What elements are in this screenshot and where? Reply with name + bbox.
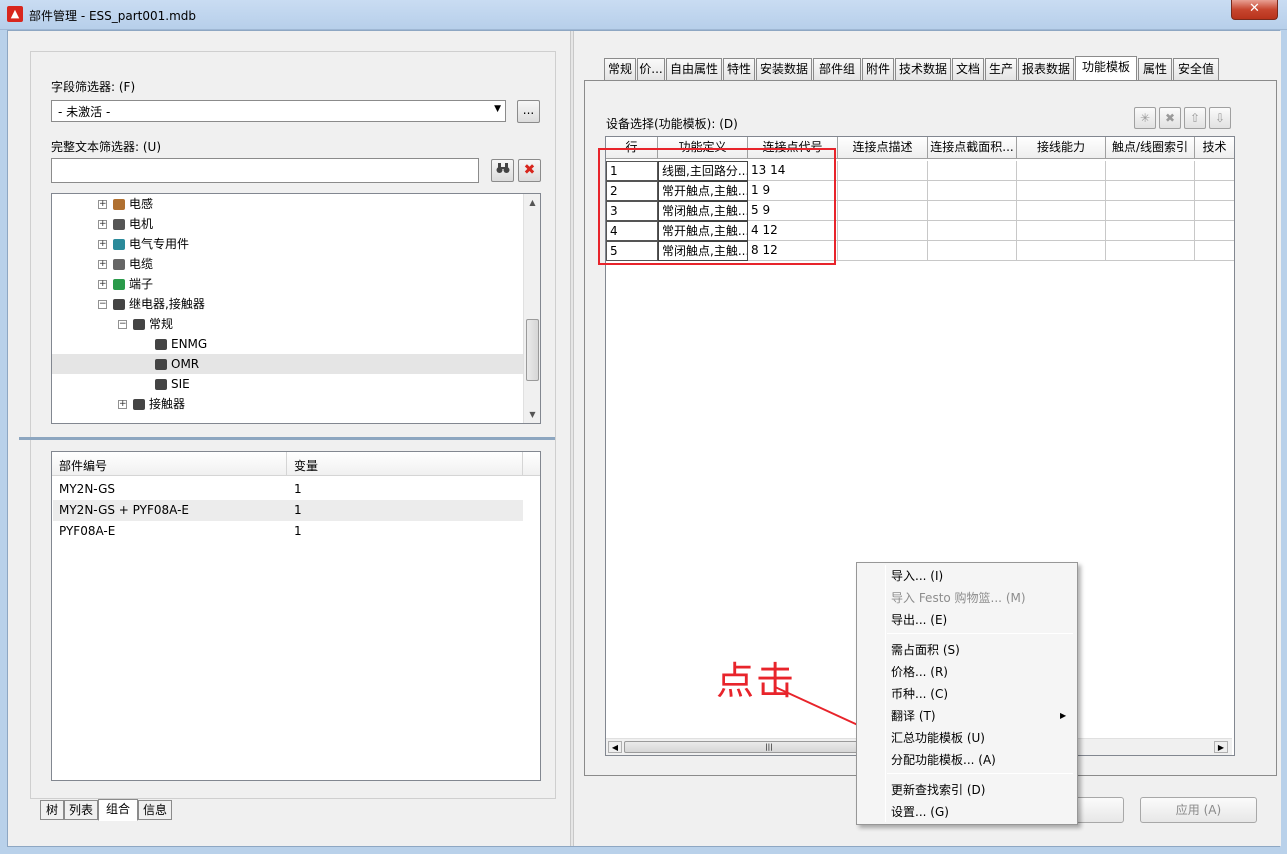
context-menu: 导入... (I) 导入 Festo 购物篮... (M) 导出... (E) 需占面… xyxy=(856,562,1078,825)
menu-item-7[interactable]: 汇总功能模板 (U) xyxy=(891,727,985,749)
menu-item-0[interactable]: 导入... (I) xyxy=(891,565,943,587)
annotation-arrow xyxy=(774,686,888,740)
submenu-arrow-icon: ▶ xyxy=(1060,711,1067,720)
menu-item-9[interactable]: 更新查找索引 (D) xyxy=(891,779,985,801)
menu-item-3[interactable]: 需占面积 (S) xyxy=(891,639,960,661)
menu-item-5[interactable]: 币种... (C) xyxy=(891,683,948,705)
menu-item-8[interactable]: 分配功能模板... (A) xyxy=(891,749,996,771)
menu-separator xyxy=(887,773,1073,774)
menu-separator xyxy=(887,633,1073,634)
menu-item-10[interactable]: 设置... (G) xyxy=(891,801,949,823)
menu-item-2[interactable]: 导出... (E) xyxy=(891,609,947,631)
menu-item-4[interactable]: 价格... (R) xyxy=(891,661,948,683)
menu-item-6[interactable]: 翻译 (T) xyxy=(891,705,936,727)
menu-item-1: 导入 Festo 购物篮... (M) xyxy=(891,591,1026,605)
